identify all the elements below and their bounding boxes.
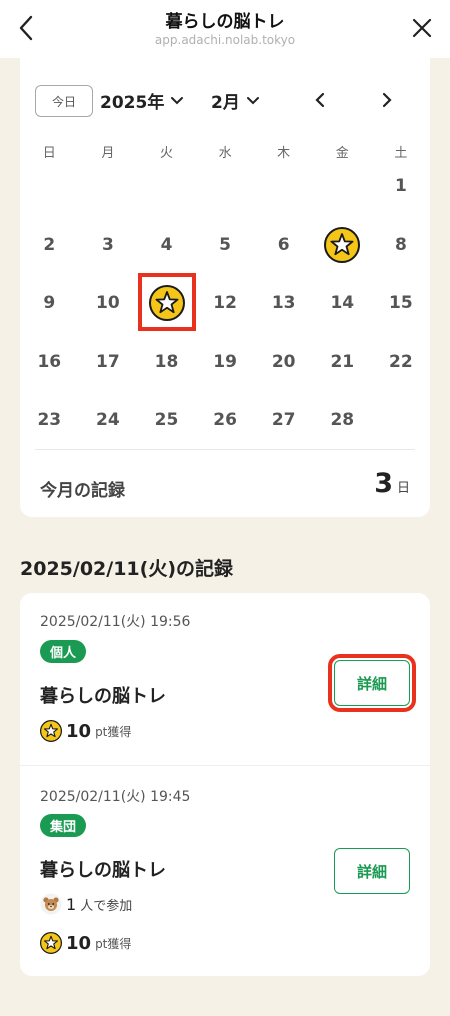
detail-button[interactable]: 詳細 [334,848,410,894]
calendar-day-17[interactable]: 17 [88,342,128,382]
chevron-right-icon [382,92,392,108]
month-record-unit: 日 [396,481,410,496]
chevron-left-icon [315,92,325,108]
participants-unit: 人で参加 [80,898,133,914]
next-month-button[interactable] [375,88,399,112]
calendar-day-26[interactable]: 26 [205,400,245,440]
calendar-day-8[interactable]: 8 [381,225,421,265]
highlight-box [137,273,196,331]
month-record-label: 今月の記録 [40,481,125,501]
weekday-wed: 水 [218,146,232,161]
year-label: 2025年 [100,93,165,113]
calendar-day-25[interactable]: 25 [147,400,187,440]
calendar-day-22[interactable]: 22 [381,342,421,382]
chevron-down-icon [171,96,184,104]
calendar-day-5[interactable]: 5 [205,225,245,265]
month-record-count: 3 [374,468,393,499]
calendar-day-14[interactable]: 14 [322,283,362,323]
divider [20,765,430,766]
calendar-card: 今日 2025年 2月 日 月 火 水 木 金 土 1 2 3 4 5 6 8 9 10 12 13… [20,52,430,517]
calendar-day-1[interactable]: 1 [381,166,421,206]
app-title: 暮らしの脳トレ [165,12,285,32]
calendar-day-6[interactable]: 6 [264,225,304,265]
top-bar: 暮らしの脳トレ app.adachi.nolab.tokyo [0,0,450,58]
star-icon [324,227,361,263]
record-title: 暮らしの脳トレ [40,686,166,707]
calendar-day-7[interactable] [322,225,362,265]
record-type-badge: 集団 [40,814,87,837]
calendar-day-18[interactable]: 18 [147,342,187,382]
detail-button[interactable]: 詳細 [328,654,416,712]
calendar-day-2[interactable]: 2 [29,225,69,265]
chevron-down-icon [246,96,259,104]
close-button[interactable] [406,12,438,44]
record-title: 暮らしの脳トレ [40,860,166,881]
weekday-mon: 月 [101,146,115,161]
prev-month-button[interactable] [308,88,332,112]
record-type-badge: 個人 [40,640,87,663]
calendar-day-13[interactable]: 13 [264,283,304,323]
weekday-sat: 土 [394,146,408,161]
record-time: 2025/02/11(火) 19:56 [40,614,191,630]
year-select[interactable]: 2025年 [100,88,184,113]
participants-count: 1 [66,894,77,914]
calendar-day-19[interactable]: 19 [205,342,245,382]
month-label: 2月 [211,93,240,113]
calendar-day-28[interactable]: 28 [322,400,362,440]
month-select[interactable]: 2月 [211,88,260,113]
points-value: 10 [66,932,92,954]
calendar-day-12[interactable]: 12 [205,283,245,323]
weekday-sun: 日 [42,146,56,161]
weekday-fri: 金 [335,146,349,161]
today-button[interactable]: 今日 [35,85,93,117]
bear-avatar-icon [40,893,62,915]
calendar-day-27[interactable]: 27 [264,400,304,440]
calendar-day-9[interactable]: 9 [29,283,69,323]
record-participants: 1 人で参加 [40,893,132,915]
calendar-day-15[interactable]: 15 [381,283,421,323]
month-record-value: 3 日 [374,468,410,499]
calendar-day-4[interactable]: 4 [147,225,187,265]
points-unit: pt獲得 [95,724,132,739]
close-icon [412,18,432,38]
star-icon [40,932,62,954]
record-points: 10 pt獲得 [40,720,131,742]
page-url: app.adachi.nolab.tokyo [154,33,296,47]
calendar-day-20[interactable]: 20 [264,342,304,382]
divider [35,449,415,450]
calendar-day-23[interactable]: 23 [29,400,69,440]
calendar-day-21[interactable]: 21 [322,342,362,382]
calendar-day-16[interactable]: 16 [29,342,69,382]
calendar-day-10[interactable]: 10 [88,283,128,323]
points-unit: pt獲得 [95,936,132,951]
weekday-tue: 火 [159,146,173,161]
records-section-title: 2025/02/11(火)の記録 [20,558,234,580]
record-time: 2025/02/11(火) 19:45 [40,789,191,805]
records-card: 2025/02/11(火) 19:56 個人 暮らしの脳トレ 10 pt獲得 詳… [20,593,430,976]
calendar-day-24[interactable]: 24 [88,400,128,440]
star-icon [40,720,62,742]
weekday-thu: 木 [277,146,291,161]
calendar-day-3[interactable]: 3 [88,225,128,265]
points-value: 10 [66,720,92,742]
record-points: 10 pt獲得 [40,932,131,954]
